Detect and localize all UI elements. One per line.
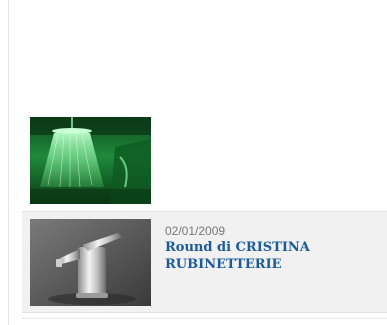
left-divider [8, 0, 9, 325]
item-title-link[interactable]: Round di CRISTINA RUBINETTERIE [165, 239, 380, 273]
bottom-divider [22, 318, 387, 319]
item-text: 02/01/2009 Round di CRISTINA RUBINETTERI… [165, 224, 380, 273]
list-item: 02/01/2009 Round di CRISTINA RUBINETTERI… [22, 211, 387, 313]
list-item [22, 112, 387, 208]
item-date: 02/01/2009 [165, 224, 226, 238]
shower-head-green-image[interactable] [30, 117, 151, 204]
news-list-page: 02/01/2009 Round di CRISTINA RUBINETTERI… [0, 0, 387, 325]
faucet-image[interactable] [30, 219, 151, 306]
